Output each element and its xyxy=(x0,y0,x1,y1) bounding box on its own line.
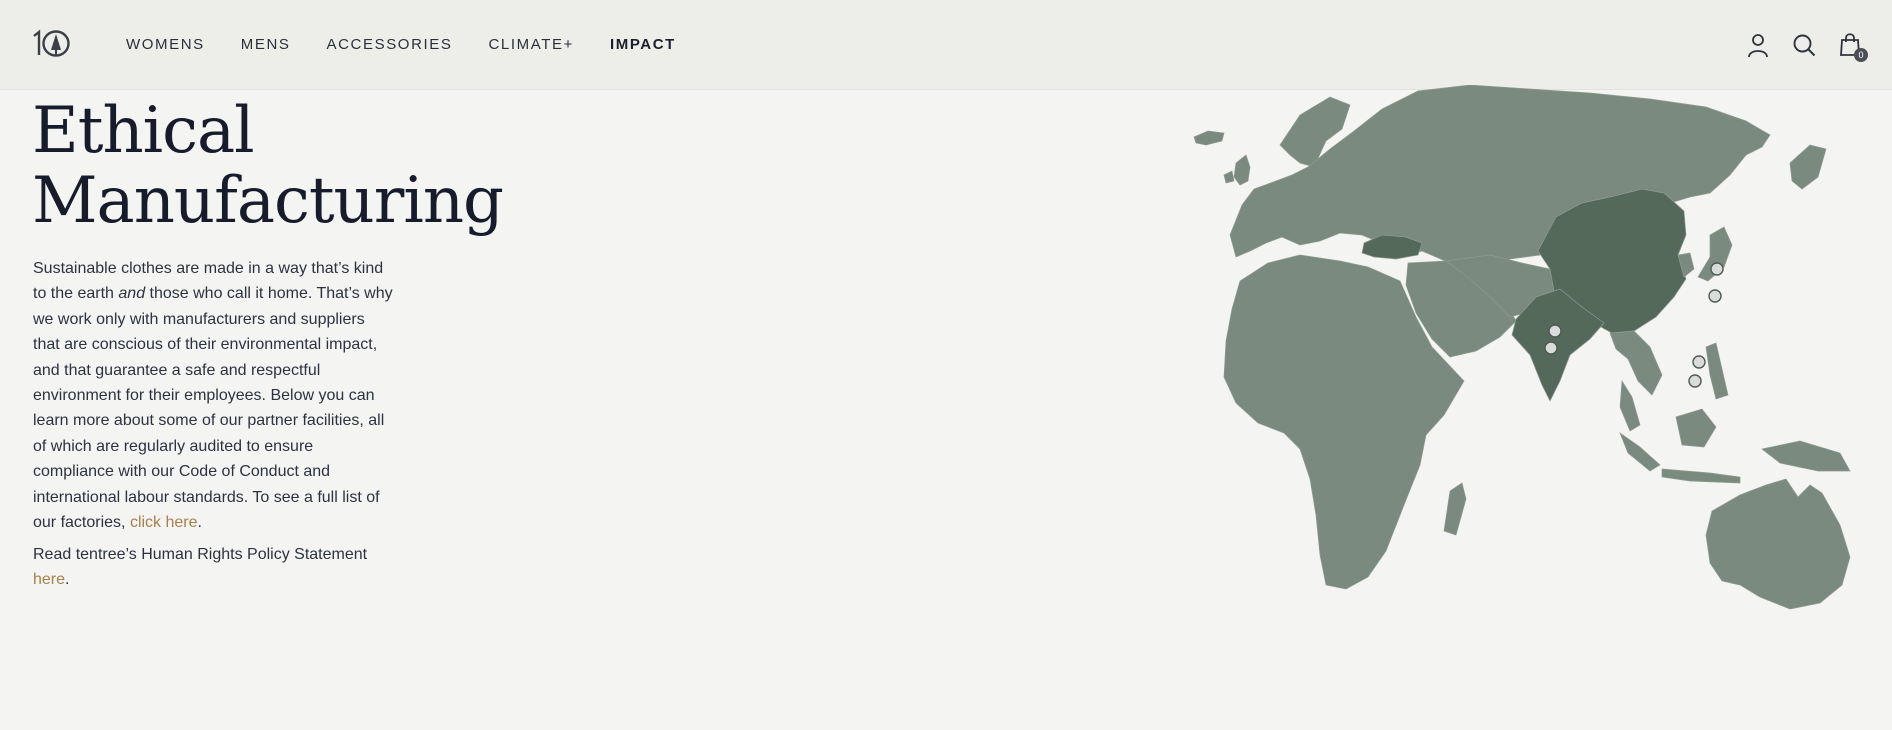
factory-list-link[interactable]: click here xyxy=(130,514,198,531)
factory-marker-india-west[interactable] xyxy=(1544,341,1558,355)
site-header: WOMENS MENS ACCESSORIES CLIMATE+ IMPACT … xyxy=(0,0,1892,90)
map-malay xyxy=(1619,379,1641,432)
factory-world-map xyxy=(1150,85,1892,615)
policy-text-end: . xyxy=(65,571,70,589)
map-new-guinea xyxy=(1761,440,1851,472)
policy-link[interactable]: here xyxy=(33,571,65,588)
map-ireland xyxy=(1223,170,1235,184)
search-icon[interactable] xyxy=(1792,32,1816,58)
tentree-logo[interactable] xyxy=(32,28,72,58)
nav-climate-plus[interactable]: CLIMATE+ xyxy=(488,36,573,53)
nav-womens[interactable]: WOMENS xyxy=(126,36,205,53)
map-southeast-asia xyxy=(1609,330,1663,396)
map-java xyxy=(1661,468,1741,484)
policy-text: Read tentree’s Human Rights Policy State… xyxy=(33,546,368,563)
nav-impact[interactable]: IMPACT xyxy=(610,36,676,53)
map-madagascar xyxy=(1443,482,1467,536)
world-map-svg xyxy=(1193,85,1851,610)
map-philippines xyxy=(1705,342,1729,400)
intro-text-end: . xyxy=(197,514,202,532)
intro-text-2: those who call it home. That’s why we wo… xyxy=(33,285,393,532)
map-sumatra xyxy=(1619,432,1661,472)
main-nav: WOMENS MENS ACCESSORIES CLIMATE+ IMPACT xyxy=(126,0,676,89)
factory-marker-india-north[interactable] xyxy=(1548,324,1562,338)
map-uk xyxy=(1233,154,1251,186)
factory-marker-vietnam-north[interactable] xyxy=(1692,355,1706,369)
title-line-2: Manufacturing xyxy=(32,164,504,238)
logo-icon xyxy=(33,29,70,57)
map-australia xyxy=(1705,478,1851,610)
page-title: Ethical Manufacturing xyxy=(32,96,552,236)
factory-marker-vietnam-south[interactable] xyxy=(1688,374,1702,388)
account-icon[interactable] xyxy=(1746,32,1770,58)
map-iceland xyxy=(1193,130,1225,146)
policy-paragraph: Read tentree’s Human Rights Policy State… xyxy=(33,542,393,593)
title-line-1: Ethical xyxy=(32,94,255,168)
map-borneo xyxy=(1675,408,1717,448)
map-kamchatka xyxy=(1789,144,1827,190)
factory-marker-shanghai[interactable] xyxy=(1708,289,1722,303)
nav-accessories[interactable]: ACCESSORIES xyxy=(327,36,453,53)
intro-text-emphasis: and xyxy=(118,285,146,303)
cart-count-badge: 0 xyxy=(1854,47,1868,62)
cart-icon[interactable]: 0 xyxy=(1838,32,1868,62)
header-actions: 0 xyxy=(1746,0,1868,89)
intro-paragraph: Sustainable clothes are made in a way th… xyxy=(33,256,393,535)
nav-mens[interactable]: MENS xyxy=(241,36,291,53)
factory-marker-korea[interactable] xyxy=(1710,262,1724,276)
